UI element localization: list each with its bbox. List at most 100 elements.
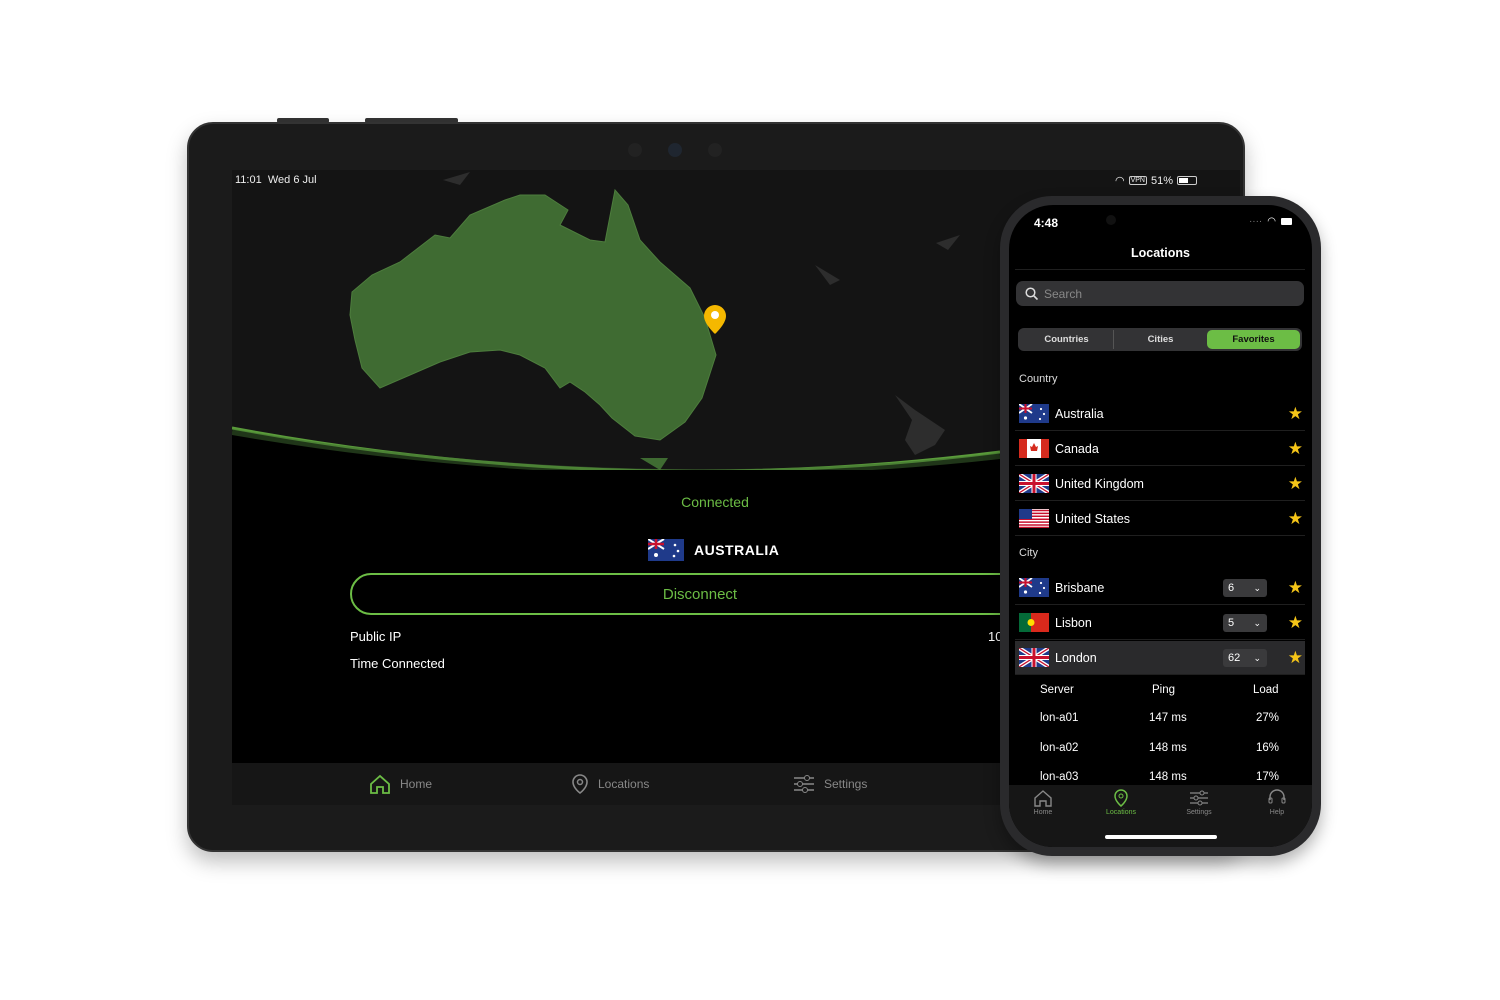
disconnect-label: Disconnect [662,585,738,603]
ca-flag-icon [1019,439,1049,458]
phone-status-icons: ···· ◠ [1249,216,1292,227]
au-flag-icon [1019,404,1049,423]
pt-flag-icon [1019,613,1049,632]
sliders-icon [1190,790,1208,806]
page-title: Locations [1130,246,1191,260]
australia-flag-icon [648,539,684,561]
tab-settings[interactable]: Settings [1169,789,1229,816]
flag [1019,439,1049,458]
tab-help[interactable]: Help [1247,789,1307,816]
gb-flag-icon [1019,648,1049,667]
list-item-country[interactable]: United States ★ [1015,502,1305,536]
star-icon[interactable]: ★ [1288,613,1303,633]
tab-settings[interactable]: Settings [792,773,867,795]
tab-label: Locations [1106,809,1136,816]
battery-icon [1281,218,1292,225]
segment-favorites[interactable]: Favorites [1207,330,1300,349]
search-input[interactable]: Search [1016,281,1304,306]
city-name: London [1055,650,1097,665]
star-icon[interactable]: ★ [1288,648,1303,668]
phone-time: 4:48 [1034,216,1059,230]
connected-country: AUSTRALIA [648,539,779,561]
star-icon[interactable]: ★ [1288,509,1303,529]
list-item-city[interactable]: Brisbane 6 ⌄ ★ [1015,571,1305,605]
public-ip-label: Public IP [350,629,402,644]
server-ping: 148 ms [1149,741,1187,754]
chevron-down-icon: ⌄ [1253,582,1261,593]
tab-locations[interactable]: Locations [1091,789,1151,816]
list-item-country[interactable]: Australia ★ [1015,397,1305,431]
flag [1019,404,1049,423]
wifi-icon: ◠ [1267,216,1276,227]
time: 11:01 [235,174,262,186]
server-count: 6 [1228,581,1235,594]
star-icon[interactable]: ★ [1288,404,1303,424]
au-flag-icon [1019,578,1049,597]
server-count-dropdown[interactable]: 5 ⌄ [1223,613,1267,632]
camera [628,143,642,157]
server-count: 62 [1228,651,1241,664]
country-name: United Kingdom [1055,476,1144,491]
server-count: 5 [1228,616,1235,629]
section-header-city: City [1019,547,1038,559]
home-icon [370,774,390,794]
server-name: lon-a01 [1040,712,1079,724]
flag [1019,613,1049,632]
sliders-icon [794,775,814,793]
star-icon[interactable]: ★ [1288,474,1303,494]
segmented-control: Countries Cities Favorites [1018,328,1302,351]
tab-home[interactable]: Home [1013,789,1073,816]
segment-countries[interactable]: Countries [1020,330,1114,349]
camera [708,143,722,157]
city-name: Brisbane [1055,580,1105,595]
wifi-icon: ◠ [1114,175,1125,187]
tab-label: Settings [824,777,868,791]
server-load: 17% [1256,771,1280,783]
star-icon[interactable]: ★ [1288,439,1303,459]
list-item-country[interactable]: Canada ★ [1015,432,1305,466]
chevron-down-icon: ⌄ [1253,652,1261,663]
star-icon[interactable]: ★ [1288,578,1303,598]
column-header-server: Server [1040,684,1074,696]
signal-icon: ···· [1248,216,1263,227]
search-placeholder: Search [1044,286,1083,301]
camera [668,143,682,157]
server-load: 27% [1256,712,1280,724]
tablet-status-right: ◠ VPN 51% [1115,174,1197,187]
chevron-down-icon: ⌄ [1253,617,1261,628]
server-name: lon-a03 [1040,771,1079,783]
country-name: AUSTRALIA [694,542,780,558]
us-flag-icon [1019,509,1049,528]
tab-label: Home [1033,809,1053,816]
pin-icon [1114,789,1128,807]
date: Wed 6 Jul [267,174,317,186]
tab-label: Home [400,777,433,791]
time-connected-label: Time Connected [350,656,445,671]
vpn-badge: VPN [1128,176,1147,185]
flag [1019,474,1049,493]
server-load: 16% [1256,741,1280,754]
server-count-dropdown[interactable]: 6 ⌄ [1223,578,1267,597]
city-name: Lisbon [1055,615,1092,630]
tab-label: Locations [598,777,650,791]
column-header-load: Load [1253,684,1279,696]
flag [1019,509,1049,528]
list-item-city[interactable]: London 62 ⌄ ★ [1015,641,1305,675]
list-item-country[interactable]: United Kingdom ★ [1015,467,1305,501]
server-name: lon-a02 [1040,741,1079,754]
headset-icon [1268,789,1286,804]
phone-screen: 4:48 ···· ◠ Locations Search Countries Ci… [1009,205,1312,847]
tab-home[interactable]: Home [368,773,432,795]
server-count-dropdown[interactable]: 62 ⌄ [1223,648,1267,667]
tab-locations[interactable]: Locations [570,773,649,795]
section-header-country: Country [1019,373,1058,385]
segment-cities[interactable]: Cities [1114,330,1207,349]
phone-tab-bar: Home Locations Settings Help [1009,785,1312,847]
list-item-city[interactable]: Lisbon 5 ⌄ ★ [1015,606,1305,640]
server-ping: 148 ms [1149,771,1187,783]
battery-icon [1177,176,1197,185]
pin-icon [572,774,588,794]
home-icon [1034,790,1052,807]
server-ping: 147 ms [1149,712,1187,724]
tab-label: Settings [1186,809,1212,816]
